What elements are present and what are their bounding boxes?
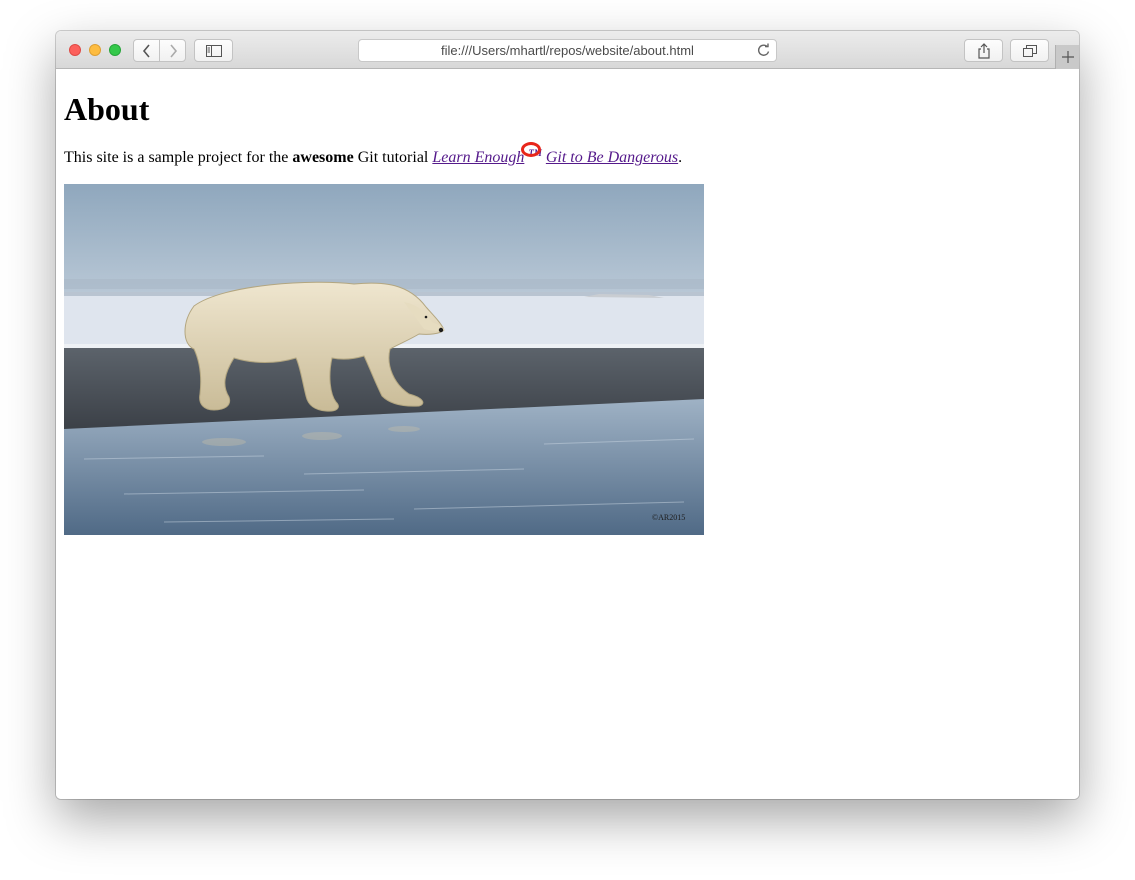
tabs-overview-button[interactable] xyxy=(1010,39,1049,62)
browser-window: file:///Users/mhartl/repos/website/about… xyxy=(56,31,1079,799)
page-content: About This site is a sample project for … xyxy=(56,69,1079,799)
title-bar: file:///Users/mhartl/repos/website/about… xyxy=(56,31,1079,69)
sidebar-button[interactable] xyxy=(194,39,233,62)
image-watermark: ©AR2015 xyxy=(652,513,685,522)
chevron-left-icon xyxy=(142,43,150,58)
back-button[interactable] xyxy=(134,40,159,61)
tutorial-link[interactable]: Learn Enough TM Git to Be Dangerous xyxy=(432,142,679,168)
bold-word: awesome xyxy=(292,149,354,166)
link-text-part1: Learn Enough xyxy=(432,149,525,166)
trademark-highlight: TM xyxy=(521,142,546,168)
zoom-button[interactable] xyxy=(109,44,121,56)
plus-icon xyxy=(1061,51,1074,63)
url-text: file:///Users/mhartl/repos/website/about… xyxy=(441,43,694,58)
intro-paragraph: This site is a sample project for the aw… xyxy=(64,142,683,168)
tabs-overview-icon xyxy=(1022,44,1037,57)
forward-button[interactable] xyxy=(159,40,185,61)
intro-suffix: . xyxy=(678,149,683,166)
intro-middle: Git tutorial xyxy=(357,149,429,166)
address-bar[interactable]: file:///Users/mhartl/repos/website/about… xyxy=(358,39,777,62)
minimize-button[interactable] xyxy=(89,44,101,56)
chevron-right-icon xyxy=(169,43,177,58)
reload-icon[interactable] xyxy=(755,42,772,59)
intro-prefix: This site is a sample project for the xyxy=(64,149,289,166)
close-button[interactable] xyxy=(69,44,81,56)
share-icon xyxy=(977,42,990,59)
share-button[interactable] xyxy=(964,39,1003,62)
link-text-part2: Git to Be Dangerous xyxy=(545,149,679,166)
sidebar-icon xyxy=(205,44,222,57)
page-heading: About xyxy=(64,91,150,127)
new-tab-button[interactable] xyxy=(1055,45,1079,69)
polar-bear-image: ©AR2015 xyxy=(64,184,704,535)
navigation-buttons xyxy=(133,39,186,62)
